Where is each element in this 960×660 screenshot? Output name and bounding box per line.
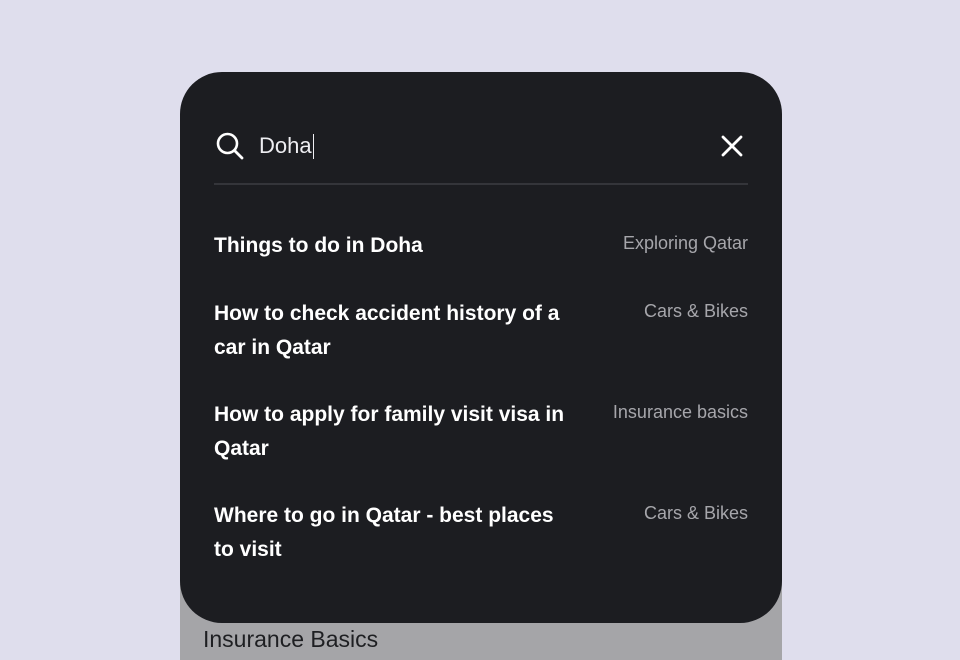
search-result-item[interactable]: How to check accident history of a car i… — [214, 297, 748, 398]
search-results-list: Things to do in Doha Exploring Qatar How… — [214, 229, 748, 567]
result-title: How to apply for family visit visa in Qa… — [214, 403, 565, 460]
section-heading: Insurance Basics — [203, 626, 379, 652]
result-title: Things to do in Doha — [214, 234, 423, 257]
close-icon[interactable] — [716, 130, 748, 162]
result-category: Cars & Bikes — [643, 503, 748, 523]
search-bar: Doha — [214, 128, 748, 164]
result-category: Exploring Qatar — [622, 233, 748, 253]
search-query: Doha — [259, 133, 312, 158]
search-input[interactable]: Doha — [259, 132, 315, 160]
search-panel: Doha Things to do in Doha Exploring Qata… — [180, 72, 782, 623]
result-category: Cars & Bikes — [643, 301, 748, 321]
result-title: Where to go in Qatar - best places to vi… — [214, 504, 554, 561]
result-title: How to check accident history of a car i… — [214, 302, 560, 359]
search-icon — [216, 132, 244, 160]
divider — [214, 183, 748, 185]
search-result-item[interactable]: Where to go in Qatar - best places to vi… — [214, 499, 748, 567]
search-result-item[interactable]: Things to do in Doha Exploring Qatar — [214, 229, 748, 297]
result-category: Insurance basics — [612, 402, 748, 422]
search-result-item[interactable]: How to apply for family visit visa in Qa… — [214, 398, 748, 499]
text-cursor — [312, 133, 315, 159]
